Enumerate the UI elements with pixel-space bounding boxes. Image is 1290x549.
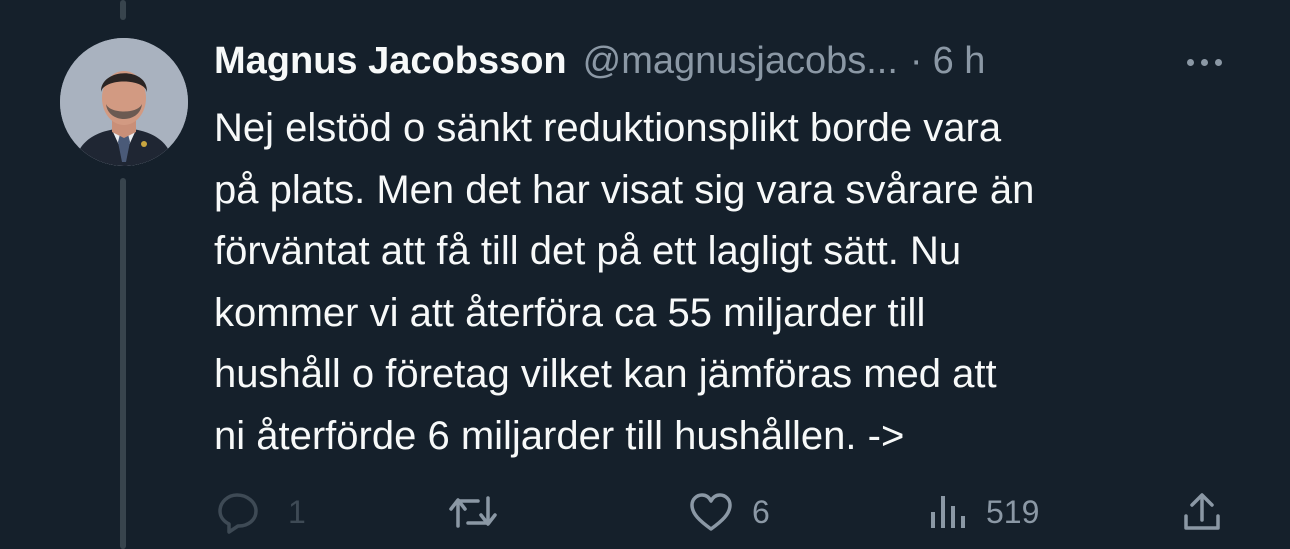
- heart-icon: [688, 491, 734, 533]
- more-options-button[interactable]: [1176, 44, 1232, 80]
- more-dots-icon: [1200, 58, 1208, 66]
- tweet-timestamp[interactable]: 6 h: [933, 34, 986, 88]
- thread-line-bottom: [120, 178, 126, 549]
- views-count: 519: [986, 493, 1040, 530]
- avatar-photo: [60, 38, 188, 166]
- views-bars-icon: [928, 492, 968, 532]
- tweet-text-line: ni återförde 6 miljarder till hushållen.…: [214, 413, 905, 458]
- like-button[interactable]: 6: [688, 488, 770, 536]
- reply-button[interactable]: 1: [216, 488, 306, 536]
- share-button[interactable]: [1180, 488, 1224, 536]
- tweet-text-line: förväntat att få till det på ett lagligt…: [214, 229, 962, 273]
- more-dots-icon: [1214, 58, 1222, 66]
- tweet-text-line: kommer vi att återföra ca 55 miljarder t…: [214, 290, 926, 335]
- retweet-icon: [448, 492, 498, 532]
- reply-bubble-icon: [216, 490, 262, 534]
- reply-count: 1: [288, 493, 306, 530]
- like-count: 6: [752, 493, 770, 530]
- tweet-text-line: hushåll o företag vilket kan jämföras me…: [214, 352, 997, 396]
- tweet-header: Magnus Jacobsson @magnusjacobs... · 6 h: [214, 34, 985, 88]
- separator-dot: ·: [909, 40, 923, 82]
- views-button[interactable]: 519: [928, 488, 1039, 536]
- author-display-name[interactable]: Magnus Jacobsson: [214, 34, 567, 88]
- tweet-text: Nej elstöd o sänkt reduktionsplikt borde…: [214, 98, 1224, 467]
- avatar[interactable]: [60, 38, 188, 166]
- tweet-text-line: på plats. Men det har visat sig vara svå…: [214, 167, 1035, 212]
- retweet-button[interactable]: [448, 488, 516, 536]
- more-dots-icon: [1186, 58, 1194, 66]
- author-handle[interactable]: @magnusjacobs...: [583, 34, 898, 88]
- share-upload-icon: [1180, 490, 1224, 534]
- tweet-text-line: Nej elstöd o sänkt reduktionsplikt borde…: [214, 106, 1002, 150]
- thread-line-top: [120, 0, 126, 20]
